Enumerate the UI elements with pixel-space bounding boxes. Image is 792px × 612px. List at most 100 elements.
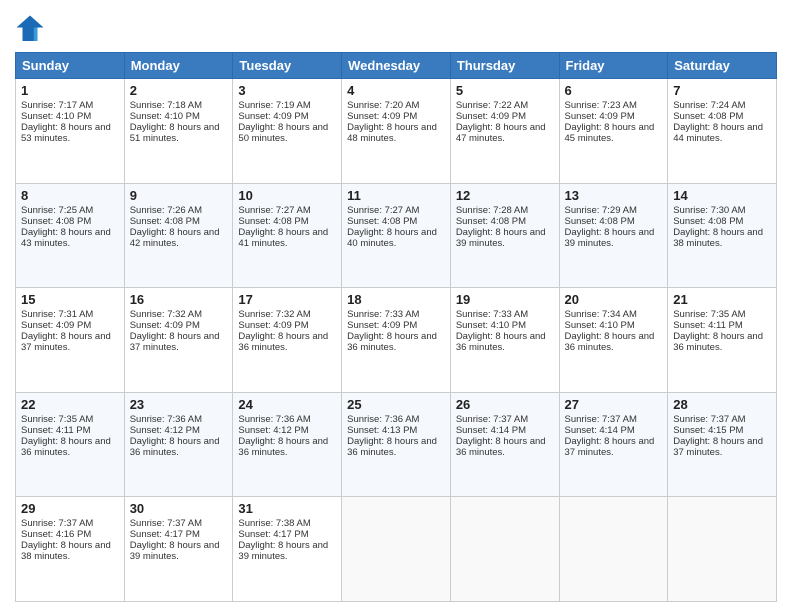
- day-number: 9: [130, 188, 228, 203]
- col-header-wednesday: Wednesday: [342, 53, 451, 79]
- sunset-text: Sunset: 4:12 PM: [130, 425, 228, 436]
- calendar-cell: 11Sunrise: 7:27 AMSunset: 4:08 PMDayligh…: [342, 183, 451, 288]
- daylight-text: Daylight: 8 hours and 42 minutes.: [130, 227, 228, 249]
- sunset-text: Sunset: 4:12 PM: [238, 425, 336, 436]
- calendar-cell: 28 Sunrise: 7:37 AMSunset: 4:15 PMDayligh…: [668, 392, 777, 497]
- daylight-text: Daylight: 8 hours and 44 minutes.: [673, 122, 771, 144]
- daylight-text: Daylight: 8 hours and 36 minutes.: [456, 436, 554, 458]
- day-number: 1: [21, 83, 119, 98]
- calendar-cell: 3Sunrise: 7:19 AMSunset: 4:09 PMDaylight…: [233, 79, 342, 184]
- sunset-text: Sunset: 4:10 PM: [21, 111, 119, 122]
- daylight-text: Daylight: 8 hours and 36 minutes.: [347, 436, 445, 458]
- sunrise-text: Sunrise: 7:33 AM: [347, 309, 445, 320]
- daylight-text: Daylight: 8 hours and 36 minutes.: [565, 331, 663, 353]
- day-number: 19: [456, 292, 554, 307]
- col-header-tuesday: Tuesday: [233, 53, 342, 79]
- sunset-text: Sunset: 4:08 PM: [130, 216, 228, 227]
- daylight-text: Daylight: 8 hours and 38 minutes.: [673, 227, 771, 249]
- calendar-cell: 9Sunrise: 7:26 AMSunset: 4:08 PMDaylight…: [124, 183, 233, 288]
- daylight-text: Daylight: 8 hours and 43 minutes.: [21, 227, 119, 249]
- sunset-text: Sunset: 4:09 PM: [130, 320, 228, 331]
- logo: [15, 14, 49, 44]
- sunset-text: Sunset: 4:09 PM: [347, 320, 445, 331]
- sunrise-text: Sunrise: 7:17 AM: [21, 100, 119, 111]
- day-number: 23: [130, 397, 228, 412]
- sunset-text: Sunset: 4:08 PM: [238, 216, 336, 227]
- sunrise-text: Sunrise: 7:38 AM: [238, 518, 336, 529]
- daylight-text: Daylight: 8 hours and 36 minutes.: [238, 436, 336, 458]
- calendar-cell: 2Sunrise: 7:18 AMSunset: 4:10 PMDaylight…: [124, 79, 233, 184]
- daylight-text: Daylight: 8 hours and 36 minutes.: [347, 331, 445, 353]
- header: [15, 10, 777, 44]
- daylight-text: Daylight: 8 hours and 36 minutes.: [130, 436, 228, 458]
- day-number: 12: [456, 188, 554, 203]
- sunrise-text: Sunrise: 7:25 AM: [21, 205, 119, 216]
- sunrise-text: Sunrise: 7:37 AM: [673, 414, 771, 425]
- logo-icon: [15, 14, 45, 44]
- calendar-row-2: 8Sunrise: 7:25 AMSunset: 4:08 PMDaylight…: [16, 183, 777, 288]
- calendar-cell: 25Sunrise: 7:36 AMSunset: 4:13 PMDayligh…: [342, 392, 451, 497]
- sunset-text: Sunset: 4:16 PM: [21, 529, 119, 540]
- day-number: 7: [673, 83, 771, 98]
- sunset-text: Sunset: 4:09 PM: [21, 320, 119, 331]
- daylight-text: Daylight: 8 hours and 36 minutes.: [673, 331, 771, 353]
- sunrise-text: Sunrise: 7:34 AM: [565, 309, 663, 320]
- sunset-text: Sunset: 4:10 PM: [130, 111, 228, 122]
- sunset-text: Sunset: 4:10 PM: [456, 320, 554, 331]
- sunset-text: Sunset: 4:09 PM: [238, 320, 336, 331]
- sunset-text: Sunset: 4:10 PM: [565, 320, 663, 331]
- day-number: 14: [673, 188, 771, 203]
- day-number: 24: [238, 397, 336, 412]
- calendar-cell: 20Sunrise: 7:34 AMSunset: 4:10 PMDayligh…: [559, 288, 668, 393]
- daylight-text: Daylight: 8 hours and 39 minutes.: [565, 227, 663, 249]
- daylight-text: Daylight: 8 hours and 37 minutes.: [130, 331, 228, 353]
- day-number: 30: [130, 501, 228, 516]
- day-number: 26: [456, 397, 554, 412]
- sunrise-text: Sunrise: 7:35 AM: [673, 309, 771, 320]
- daylight-text: Daylight: 8 hours and 37 minutes.: [673, 436, 771, 458]
- sunrise-text: Sunrise: 7:37 AM: [456, 414, 554, 425]
- day-number: 5: [456, 83, 554, 98]
- sunrise-text: Sunrise: 7:31 AM: [21, 309, 119, 320]
- daylight-text: Daylight: 8 hours and 48 minutes.: [347, 122, 445, 144]
- day-number: 27: [565, 397, 663, 412]
- col-header-saturday: Saturday: [668, 53, 777, 79]
- col-header-monday: Monday: [124, 53, 233, 79]
- sunset-text: Sunset: 4:15 PM: [673, 425, 771, 436]
- daylight-text: Daylight: 8 hours and 47 minutes.: [456, 122, 554, 144]
- sunrise-text: Sunrise: 7:32 AM: [130, 309, 228, 320]
- sunrise-text: Sunrise: 7:20 AM: [347, 100, 445, 111]
- sunset-text: Sunset: 4:09 PM: [347, 111, 445, 122]
- calendar-cell: [450, 497, 559, 602]
- sunrise-text: Sunrise: 7:37 AM: [21, 518, 119, 529]
- sunset-text: Sunset: 4:17 PM: [238, 529, 336, 540]
- sunset-text: Sunset: 4:14 PM: [456, 425, 554, 436]
- day-number: 8: [21, 188, 119, 203]
- calendar-cell: [559, 497, 668, 602]
- day-number: 18: [347, 292, 445, 307]
- calendar-cell: 29Sunrise: 7:37 AMSunset: 4:16 PMDayligh…: [16, 497, 125, 602]
- col-header-friday: Friday: [559, 53, 668, 79]
- calendar-cell: 5Sunrise: 7:22 AMSunset: 4:09 PMDaylight…: [450, 79, 559, 184]
- daylight-text: Daylight: 8 hours and 39 minutes.: [130, 540, 228, 562]
- sunset-text: Sunset: 4:08 PM: [673, 216, 771, 227]
- calendar-cell: 7Sunrise: 7:24 AMSunset: 4:08 PMDaylight…: [668, 79, 777, 184]
- calendar-cell: 27Sunrise: 7:37 AMSunset: 4:14 PMDayligh…: [559, 392, 668, 497]
- sunrise-text: Sunrise: 7:36 AM: [238, 414, 336, 425]
- day-number: 10: [238, 188, 336, 203]
- day-number: 17: [238, 292, 336, 307]
- sunset-text: Sunset: 4:08 PM: [456, 216, 554, 227]
- calendar-cell: 14Sunrise: 7:30 AMSunset: 4:08 PMDayligh…: [668, 183, 777, 288]
- sunset-text: Sunset: 4:11 PM: [21, 425, 119, 436]
- sunrise-text: Sunrise: 7:36 AM: [130, 414, 228, 425]
- calendar-row-5: 29Sunrise: 7:37 AMSunset: 4:16 PMDayligh…: [16, 497, 777, 602]
- day-number: 28: [673, 397, 771, 412]
- daylight-text: Daylight: 8 hours and 53 minutes.: [21, 122, 119, 144]
- day-number: 3: [238, 83, 336, 98]
- sunset-text: Sunset: 4:08 PM: [21, 216, 119, 227]
- calendar-cell: [342, 497, 451, 602]
- calendar-cell: 15Sunrise: 7:31 AMSunset: 4:09 PMDayligh…: [16, 288, 125, 393]
- day-number: 25: [347, 397, 445, 412]
- sunrise-text: Sunrise: 7:35 AM: [21, 414, 119, 425]
- calendar-cell: 19Sunrise: 7:33 AMSunset: 4:10 PMDayligh…: [450, 288, 559, 393]
